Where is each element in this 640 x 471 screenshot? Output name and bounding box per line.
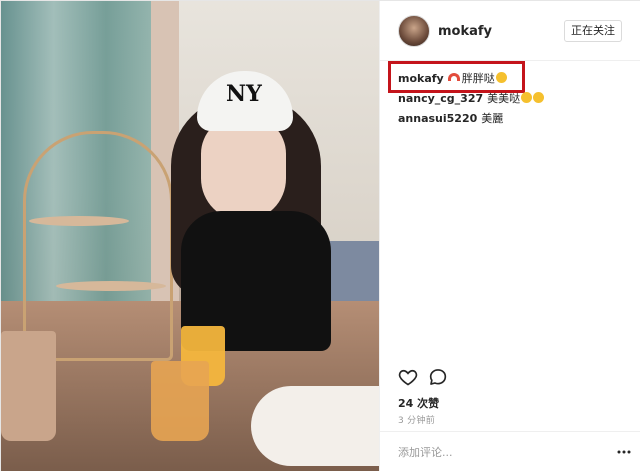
add-comment-input[interactable] (398, 442, 598, 462)
post-timestamp: 3 分钟前 (398, 416, 436, 426)
photo-tea-tier (56, 281, 166, 291)
photo-tea-tier (29, 216, 129, 226)
post-photo[interactable]: NY (1, 1, 379, 471)
rainbow-emoji-icon (447, 73, 460, 81)
comment-text: 美麗 (481, 112, 504, 125)
photo-plate (251, 386, 379, 466)
heart-icon[interactable] (398, 367, 418, 387)
likes-count[interactable]: 24 次赞 (398, 395, 439, 411)
photo-person-face (201, 116, 286, 221)
photo-drink (151, 361, 209, 441)
comment-text: 美美哒 (487, 92, 521, 105)
comment-text: 胖胖哒 (461, 72, 495, 85)
comment-item: nancy_cg_327 美美哒 (398, 89, 628, 109)
photo-cap-logo: NY (226, 81, 262, 107)
comment-icon[interactable] (428, 367, 448, 387)
action-bar (398, 367, 628, 389)
comment-item: mokafy 胖胖哒 (398, 69, 628, 89)
post-header: mokafy 正在关注 (380, 1, 640, 61)
grinning-emoji-icon (521, 92, 533, 103)
photo-tea-stand (23, 131, 173, 361)
author-username[interactable]: mokafy (438, 24, 492, 39)
photo-drink (1, 331, 56, 441)
comment-list: mokafy 胖胖哒 nancy_cg_327 美美哒 annasui5220 美麗 (398, 69, 628, 129)
post-sidebar: mokafy 正在关注 mokafy 胖胖哒 nancy_cg_327 美美哒 an… (379, 1, 640, 471)
instagram-post: NY mokafy 正在关注 mokafy 胖胖哒 nancy_cg_327 美美哒… (0, 0, 640, 471)
comment-username[interactable]: nancy_cg_327 (398, 92, 483, 105)
grinning-emoji-icon (533, 92, 545, 103)
smiling-emoji-icon (495, 72, 507, 83)
comment-item: annasui5220 美麗 (398, 109, 628, 129)
following-button[interactable]: 正在关注 (564, 20, 622, 42)
add-comment-bar (380, 431, 640, 471)
comment-username[interactable]: annasui5220 (398, 112, 477, 125)
avatar[interactable] (398, 15, 430, 47)
comment-username[interactable]: mokafy (398, 72, 444, 85)
more-options-icon[interactable] (616, 444, 632, 460)
